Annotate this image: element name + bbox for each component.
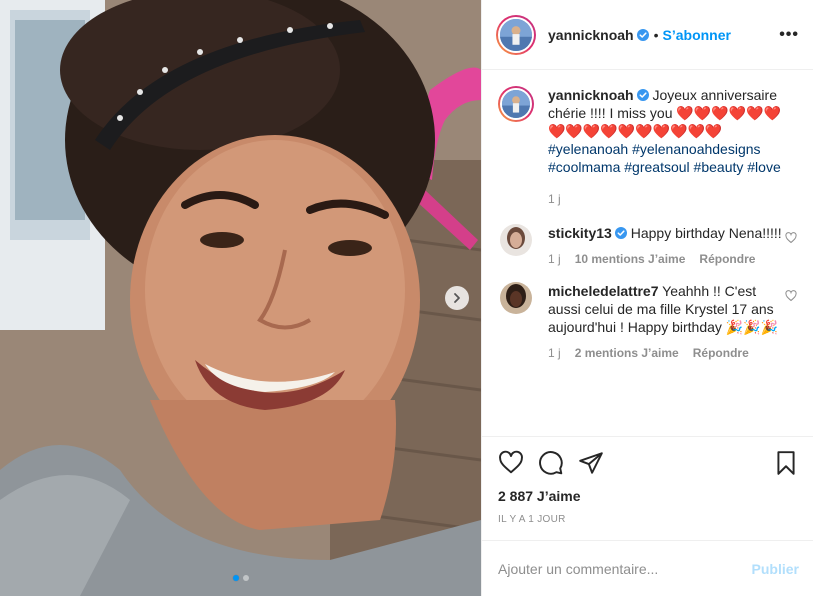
comment-item: micheledelattre7 Yeahhh !! C'est aussi c… — [498, 282, 799, 362]
comment-username[interactable]: micheledelattre7 — [548, 283, 659, 299]
comments-list: yannicknoah Joyeux anniversaire chérie !… — [482, 70, 813, 436]
hashtag-link[interactable]: #yelenanoahdesigns — [632, 141, 760, 157]
caption-hashtags: #yelenanoah #yelenanoahdesigns #coolmama… — [548, 140, 798, 176]
comment-text: Happy birthday Nena!!!!! — [630, 225, 782, 241]
publish-button[interactable]: Publier — [752, 561, 799, 577]
post-panel: yannicknoah • S’abonner ••• yannicknoah … — [481, 0, 813, 596]
chevron-right-icon — [454, 293, 460, 303]
commenter-avatar[interactable] — [500, 282, 532, 314]
follow-button[interactable]: S’abonner — [663, 27, 731, 43]
add-comment-form: Publier — [482, 540, 813, 596]
hashtag-link[interactable]: #beauty — [694, 159, 744, 175]
verified-badge-icon — [636, 89, 649, 101]
commenter-avatar[interactable] — [500, 224, 532, 256]
carousel-dot-active — [232, 575, 239, 581]
comment-username[interactable]: stickity13 — [548, 225, 612, 241]
caption-time[interactable]: 1 j — [548, 190, 561, 208]
avatar-image — [502, 90, 530, 118]
post-header: yannicknoah • S’abonner ••• — [482, 0, 813, 70]
carousel-indicator — [0, 575, 481, 581]
comment-likes[interactable]: 10 mentions J’aime — [575, 250, 686, 268]
post-timestamp[interactable]: IL Y A 1 JOUR — [482, 510, 813, 540]
share-icon — [579, 451, 603, 474]
more-options-icon[interactable]: ••• — [779, 26, 799, 44]
hashtag-link[interactable]: #yelenanoah — [548, 141, 628, 157]
author-avatar[interactable] — [496, 14, 536, 55]
like-comment-icon[interactable] — [785, 232, 797, 244]
caption-username[interactable]: yannicknoah — [548, 87, 634, 103]
comment-button[interactable] — [538, 450, 564, 476]
comment-item: stickity13 Happy birthday Nena!!!!! 1 j … — [498, 224, 799, 268]
author-username[interactable]: yannicknoah — [548, 27, 634, 43]
reply-button[interactable]: Répondre — [693, 344, 749, 362]
carousel-dot — [242, 575, 249, 581]
comment-input[interactable] — [498, 560, 752, 577]
comment-time[interactable]: 1 j — [548, 344, 561, 362]
like-comment-icon[interactable] — [785, 290, 797, 302]
comment-time[interactable]: 1 j — [548, 250, 561, 268]
bookmark-icon — [777, 450, 795, 475]
separator-dot: • — [653, 26, 659, 43]
hashtag-link[interactable]: #greatsoul — [624, 159, 689, 175]
reply-button[interactable]: Répondre — [699, 250, 755, 268]
likes-count[interactable]: 2 887 J’aime — [482, 488, 813, 510]
comment-icon — [539, 450, 563, 475]
verified-badge-icon — [636, 28, 649, 41]
hashtag-link[interactable]: #coolmama — [548, 159, 620, 175]
avatar-image — [500, 18, 532, 51]
post-photo[interactable] — [0, 0, 481, 596]
hashtag-link[interactable]: #love — [747, 159, 780, 175]
comment-likes[interactable]: 2 mentions J’aime — [575, 344, 679, 362]
selfie-image — [0, 0, 481, 596]
save-button[interactable] — [773, 450, 799, 476]
avatar-image — [500, 282, 532, 314]
like-button[interactable] — [498, 450, 524, 476]
caption: yannicknoah Joyeux anniversaire chérie !… — [498, 86, 799, 208]
verified-badge-icon — [614, 227, 627, 239]
avatar-image — [500, 224, 532, 256]
share-button[interactable] — [578, 450, 604, 476]
action-bar — [482, 436, 813, 488]
caption-avatar[interactable] — [498, 86, 534, 122]
heart-icon — [499, 450, 523, 473]
next-slide-button[interactable] — [445, 286, 469, 310]
